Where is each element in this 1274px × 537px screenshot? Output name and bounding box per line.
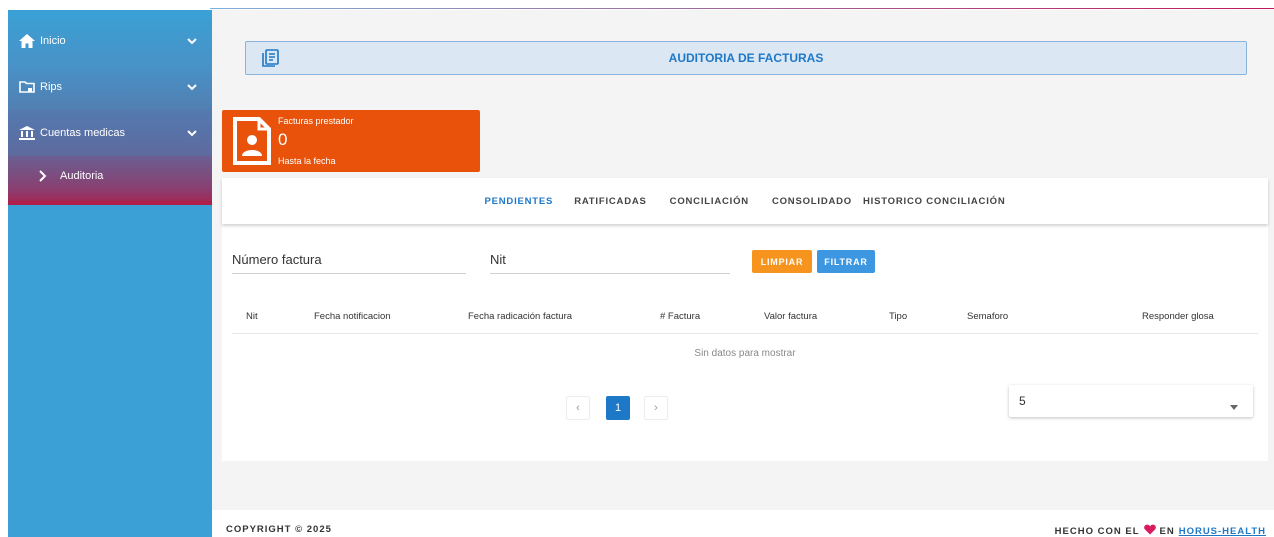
column-header-semaforo[interactable]: Semaforo [967, 311, 1008, 322]
tab-historico-conciliacion[interactable]: HISTORICO CONCILIACIÓN [854, 196, 1015, 207]
column-header-tipo[interactable]: Tipo [889, 311, 907, 322]
caret-down-icon [1229, 398, 1239, 410]
auditoria-panel: PENDIENTES RATIFICADAS CONCILIACIÓN CONS… [222, 178, 1268, 461]
made-with-love: HECHO CON EL EN HORUS-HEALTH [1055, 524, 1266, 537]
sidebar-item-label: Cuentas medicas [40, 127, 125, 139]
column-header-valor-factura[interactable]: Valor factura [764, 311, 817, 322]
chevron-right-icon [38, 170, 48, 182]
page-size-value: 5 [1019, 394, 1026, 408]
folder-icon [18, 79, 36, 95]
column-header-nit[interactable]: Nit [246, 311, 258, 322]
card-value: 0 [278, 130, 288, 149]
top-accent-line [210, 8, 1274, 9]
sidebar-item-inicio[interactable]: Inicio [8, 18, 212, 64]
nit-input[interactable] [490, 252, 730, 267]
horus-health-link[interactable]: HORUS-HEALTH [1179, 526, 1266, 537]
sidebar-item-label: Inicio [40, 35, 66, 47]
nit-field [490, 246, 730, 274]
facturas-prestador-card: Facturas prestador 0 Hasta la fecha [222, 110, 480, 172]
sidebar-item-cuentas-medicas[interactable]: Cuentas medicas [8, 110, 212, 156]
numero-factura-input[interactable] [232, 252, 466, 267]
numero-factura-field [232, 246, 466, 274]
limpiar-button[interactable]: LIMPIAR [752, 250, 812, 273]
chevron-down-icon [186, 35, 198, 47]
contact-file-icon [232, 116, 272, 166]
sidebar-item-rips[interactable]: Rips [8, 64, 212, 110]
bank-icon [18, 125, 36, 141]
tab-conciliacion[interactable]: CONCILIACIÓN [661, 196, 763, 207]
sidebar-subitem-auditoria[interactable]: Auditoria [8, 156, 212, 204]
chevron-down-icon [186, 81, 198, 93]
column-header-fecha-radicacion[interactable]: Fecha radicación factura [468, 311, 572, 322]
card-title: Facturas prestador [278, 116, 354, 126]
main-content: AUDITORIA DE FACTURAS Facturas prestador… [212, 10, 1274, 510]
pagination-next-button[interactable]: › [644, 396, 668, 420]
footer: COPYRIGHT © 2025 HECHO CON EL EN HORUS-H… [212, 510, 1274, 537]
pagination-page-current[interactable]: 1 [606, 396, 630, 420]
made-with-text: HECHO CON EL [1054, 525, 1140, 537]
page-size-select[interactable]: 5 [1009, 385, 1253, 417]
filtrar-button[interactable]: FILTRAR [817, 250, 875, 273]
column-header-factura[interactable]: # Factura [660, 311, 700, 322]
table-header: Nit Fecha notificacion Fecha radicación … [232, 300, 1258, 334]
card-subtitle: Hasta la fecha [278, 156, 336, 166]
page-title: AUDITORIA DE FACTURAS [668, 51, 824, 65]
chevron-down-icon [186, 127, 198, 139]
copyright-text: COPYRIGHT © 2025 [226, 524, 332, 535]
tab-pendientes[interactable]: PENDIENTES [475, 196, 562, 207]
column-header-fecha-notificacion[interactable]: Fecha notificacion [314, 311, 391, 322]
heart-icon [1143, 524, 1156, 537]
sidebar-item-label: Rips [40, 81, 63, 93]
column-header-responder-glosa[interactable]: Responder glosa [1142, 311, 1214, 322]
tabs-bar: PENDIENTES RATIFICADAS CONCILIACIÓN CONS… [222, 178, 1268, 224]
page-title-bar: AUDITORIA DE FACTURAS [245, 41, 1247, 75]
pagination-prev-button[interactable]: ‹ [566, 396, 590, 420]
sidebar-accent-bar [8, 201, 212, 205]
document-icon [262, 49, 280, 67]
tab-consolidado[interactable]: CONSOLIDADO [763, 196, 854, 207]
home-icon [18, 33, 36, 49]
tab-ratificadas[interactable]: RATIFICADAS [562, 196, 660, 207]
app-root: Inicio Rips Cuentas medicas Auditoria AU… [0, 0, 1274, 537]
empty-table-message: Sin datos para mostrar [694, 348, 796, 359]
sidebar-subitem-label: Auditoria [60, 170, 104, 182]
made-in-text: EN [1159, 525, 1175, 537]
sidebar: Inicio Rips Cuentas medicas Auditoria [8, 10, 212, 537]
